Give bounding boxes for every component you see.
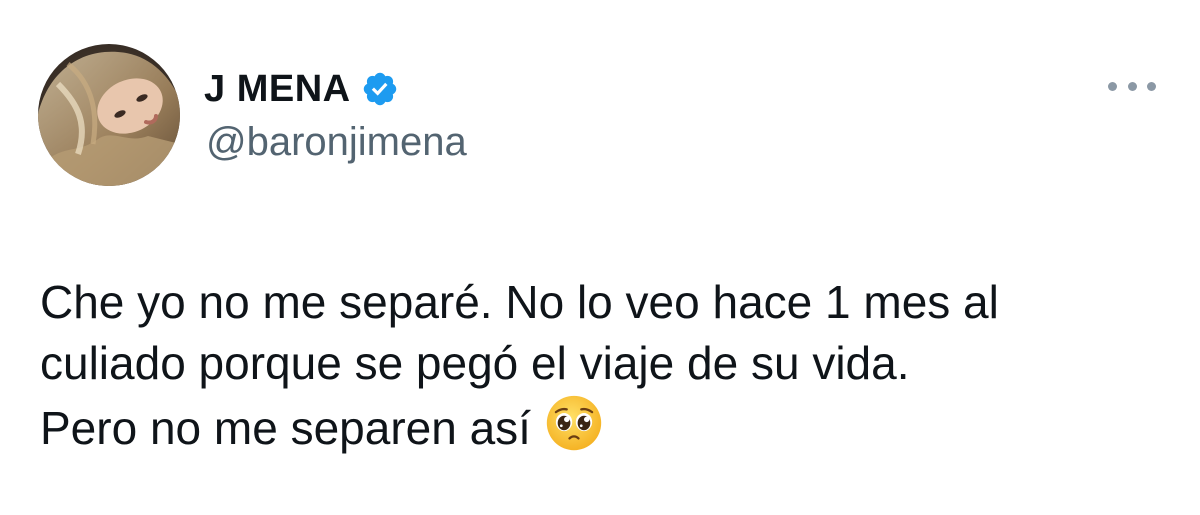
profile-photo-icon bbox=[38, 44, 180, 186]
tweet-text: Che yo no me separé. No lo veo hace 1 me… bbox=[40, 272, 1160, 459]
avatar[interactable] bbox=[38, 44, 180, 186]
verified-badge-icon bbox=[361, 70, 399, 108]
author-handle[interactable]: @baronjimena bbox=[206, 120, 467, 165]
tweet-text-line: Pero no me separen así bbox=[40, 402, 531, 454]
tweet-card: J MENA @baronjimena Che yo no me separé.… bbox=[0, 0, 1200, 515]
display-name: J MENA bbox=[204, 67, 351, 110]
more-options-icon[interactable] bbox=[1108, 72, 1156, 100]
dot bbox=[1147, 81, 1156, 91]
dot bbox=[1127, 81, 1137, 91]
dot bbox=[1108, 81, 1117, 91]
tweet-text-line: Che yo no me separé. No lo veo hace 1 me… bbox=[40, 276, 999, 328]
pleading-face-emoji-icon bbox=[545, 394, 603, 452]
author-name-row[interactable]: J MENA bbox=[204, 60, 399, 118]
tweet-text-line-with-emoji: Pero no me separen así bbox=[40, 394, 1160, 459]
tweet-text-line: culiado porque se pegó el viaje de su vi… bbox=[40, 337, 910, 389]
